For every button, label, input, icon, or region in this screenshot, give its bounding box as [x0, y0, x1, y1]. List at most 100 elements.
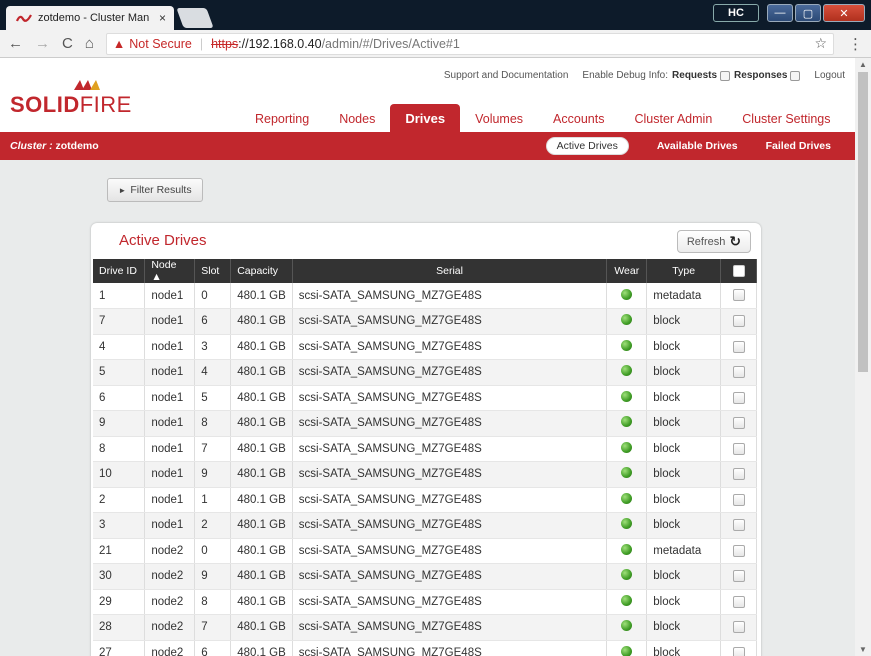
cell-select	[720, 334, 757, 360]
subtab-active-drives[interactable]: Active Drives	[545, 137, 629, 155]
row-checkbox[interactable]	[732, 442, 745, 455]
cell-node: node1	[144, 436, 196, 462]
nav-tab-cluster-settings[interactable]: Cluster Settings	[727, 104, 845, 132]
back-arrow-icon[interactable]: ←	[8, 35, 23, 52]
cell-type: block	[646, 640, 722, 656]
subtab-available-drives[interactable]: Available Drives	[657, 140, 738, 152]
cell-node: node1	[144, 512, 196, 539]
table-row[interactable]: 8 node1 7 480.1 GB scsi-SATA_SAMSUNG_MZ7GE48…	[93, 436, 757, 462]
browser-tab[interactable]: zotdemo - Cluster Man ×	[6, 6, 174, 30]
row-checkbox[interactable]	[732, 315, 745, 328]
cell-wear	[606, 436, 648, 462]
logout-link[interactable]: Logout	[814, 70, 845, 81]
col-serial[interactable]: Serial	[292, 259, 608, 283]
col-node[interactable]: Node ▲	[144, 259, 196, 283]
cell-slot: 9	[194, 461, 232, 488]
table-row[interactable]: 27 node2 6 480.1 GB scsi-SATA_SAMSUNG_MZ7GE4…	[93, 640, 757, 656]
row-checkbox[interactable]	[732, 493, 745, 506]
new-tab-button[interactable]	[176, 8, 214, 28]
cell-slot: 5	[194, 385, 232, 411]
cell-node: node1	[144, 283, 196, 309]
cell-slot: 6	[194, 640, 232, 656]
col-drive-id[interactable]: Drive ID	[93, 259, 146, 283]
cluster-label: Cluster : zotdemo	[10, 140, 99, 152]
cell-node: node2	[144, 614, 196, 641]
browser-menu-icon[interactable]: ⋮	[848, 35, 863, 53]
bookmark-star-icon[interactable]: ☆	[814, 35, 827, 52]
row-checkbox[interactable]	[732, 366, 745, 379]
table-row[interactable]: 9 node1 8 480.1 GB scsi-SATA_SAMSUNG_MZ7GE48…	[93, 410, 757, 437]
nav-tab-nodes[interactable]: Nodes	[324, 104, 390, 132]
subtab-failed-drives[interactable]: Failed Drives	[766, 140, 831, 152]
nav-tab-cluster-admin[interactable]: Cluster Admin	[619, 104, 727, 132]
row-checkbox[interactable]	[732, 646, 745, 656]
debug-label: Enable Debug Info:	[582, 70, 669, 81]
scroll-up-icon[interactable]: ▲	[859, 60, 867, 69]
row-checkbox[interactable]	[732, 621, 745, 634]
cell-drive-id: 9	[93, 410, 146, 437]
table-row[interactable]: 3 node1 2 480.1 GB scsi-SATA_SAMSUNG_MZ7GE48…	[93, 512, 757, 539]
row-checkbox[interactable]	[732, 544, 745, 557]
maximize-button[interactable]: ▢	[795, 4, 821, 22]
tab-close-icon[interactable]: ×	[159, 11, 166, 25]
cell-drive-id: 29	[93, 589, 146, 615]
row-checkbox[interactable]	[732, 595, 745, 608]
cell-type: block	[646, 385, 722, 411]
table-row[interactable]: 29 node2 8 480.1 GB scsi-SATA_SAMSUNG_MZ7GE4…	[93, 589, 757, 615]
row-checkbox[interactable]	[732, 570, 745, 583]
close-window-button[interactable]: ✕	[823, 4, 865, 22]
row-checkbox[interactable]	[732, 468, 745, 481]
cell-capacity: 480.1 GB	[230, 334, 293, 360]
forward-arrow-icon[interactable]: →	[35, 35, 50, 52]
filter-results-button[interactable]: ► Filter Results	[107, 178, 203, 202]
table-row[interactable]: 30 node2 9 480.1 GB scsi-SATA_SAMSUNG_MZ7GE4…	[93, 563, 757, 590]
table-row[interactable]: 10 node1 9 480.1 GB scsi-SATA_SAMSUNG_MZ7GE4…	[93, 461, 757, 488]
table-row[interactable]: 7 node1 6 480.1 GB scsi-SATA_SAMSUNG_MZ7GE48…	[93, 308, 757, 335]
refresh-button[interactable]: Refresh ↻	[677, 230, 751, 253]
home-icon[interactable]: ⌂	[85, 35, 94, 52]
cell-node: node1	[144, 385, 196, 411]
cell-slot: 0	[194, 538, 232, 564]
row-checkbox[interactable]	[732, 417, 745, 430]
nav-tab-volumes[interactable]: Volumes	[460, 104, 538, 132]
responses-checkbox[interactable]	[790, 70, 801, 81]
table-row[interactable]: 5 node1 4 480.1 GB scsi-SATA_SAMSUNG_MZ7GE48…	[93, 359, 757, 386]
select-all-checkbox[interactable]	[732, 265, 745, 278]
page-scrollbar[interactable]: ▲ ▼	[855, 58, 871, 656]
not-secure-label[interactable]: Not Secure	[129, 37, 192, 51]
reload-icon[interactable]: C	[62, 35, 73, 52]
cell-select	[720, 385, 757, 411]
nav-tab-accounts[interactable]: Accounts	[538, 104, 619, 132]
table-row[interactable]: 4 node1 3 480.1 GB scsi-SATA_SAMSUNG_MZ7GE48…	[93, 334, 757, 360]
cell-select	[720, 589, 757, 615]
col-capacity[interactable]: Capacity	[230, 259, 293, 283]
support-link[interactable]: Support and Documentation	[444, 70, 569, 81]
table-row[interactable]: 2 node1 1 480.1 GB scsi-SATA_SAMSUNG_MZ7GE48…	[93, 487, 757, 513]
high-contrast-badge[interactable]: HC	[713, 4, 759, 22]
row-checkbox[interactable]	[732, 391, 745, 404]
url-field[interactable]: ▲ Not Secure | https ://192.168.0.40 /ad…	[105, 32, 834, 55]
col-type[interactable]: Type	[646, 259, 722, 283]
row-checkbox[interactable]	[732, 289, 745, 302]
table-row[interactable]: 21 node2 0 480.1 GB scsi-SATA_SAMSUNG_MZ7GE4…	[93, 538, 757, 564]
cell-select	[720, 538, 757, 564]
cell-wear	[606, 563, 648, 590]
nav-tab-drives[interactable]: Drives	[390, 104, 461, 132]
col-slot[interactable]: Slot	[194, 259, 232, 283]
nav-tab-reporting[interactable]: Reporting	[240, 104, 324, 132]
url-host: ://192.168.0.40	[238, 36, 322, 51]
requests-checkbox[interactable]	[720, 70, 731, 81]
scroll-down-icon[interactable]: ▼	[859, 645, 867, 654]
col-wear[interactable]: Wear	[606, 259, 648, 283]
responses-label: Responses	[734, 70, 788, 81]
row-checkbox[interactable]	[732, 519, 745, 532]
cell-wear	[606, 487, 648, 513]
scrollbar-thumb[interactable]	[858, 72, 868, 372]
table-row[interactable]: 28 node2 7 480.1 GB scsi-SATA_SAMSUNG_MZ7GE4…	[93, 614, 757, 641]
table-row[interactable]: 6 node1 5 480.1 GB scsi-SATA_SAMSUNG_MZ7GE48…	[93, 385, 757, 411]
cell-node: node1	[144, 308, 196, 335]
table-row[interactable]: 1 node1 0 480.1 GB scsi-SATA_SAMSUNG_MZ7GE48…	[93, 283, 757, 309]
row-checkbox[interactable]	[732, 340, 745, 353]
minimize-button[interactable]: —	[767, 4, 793, 22]
cell-node: node1	[144, 359, 196, 386]
